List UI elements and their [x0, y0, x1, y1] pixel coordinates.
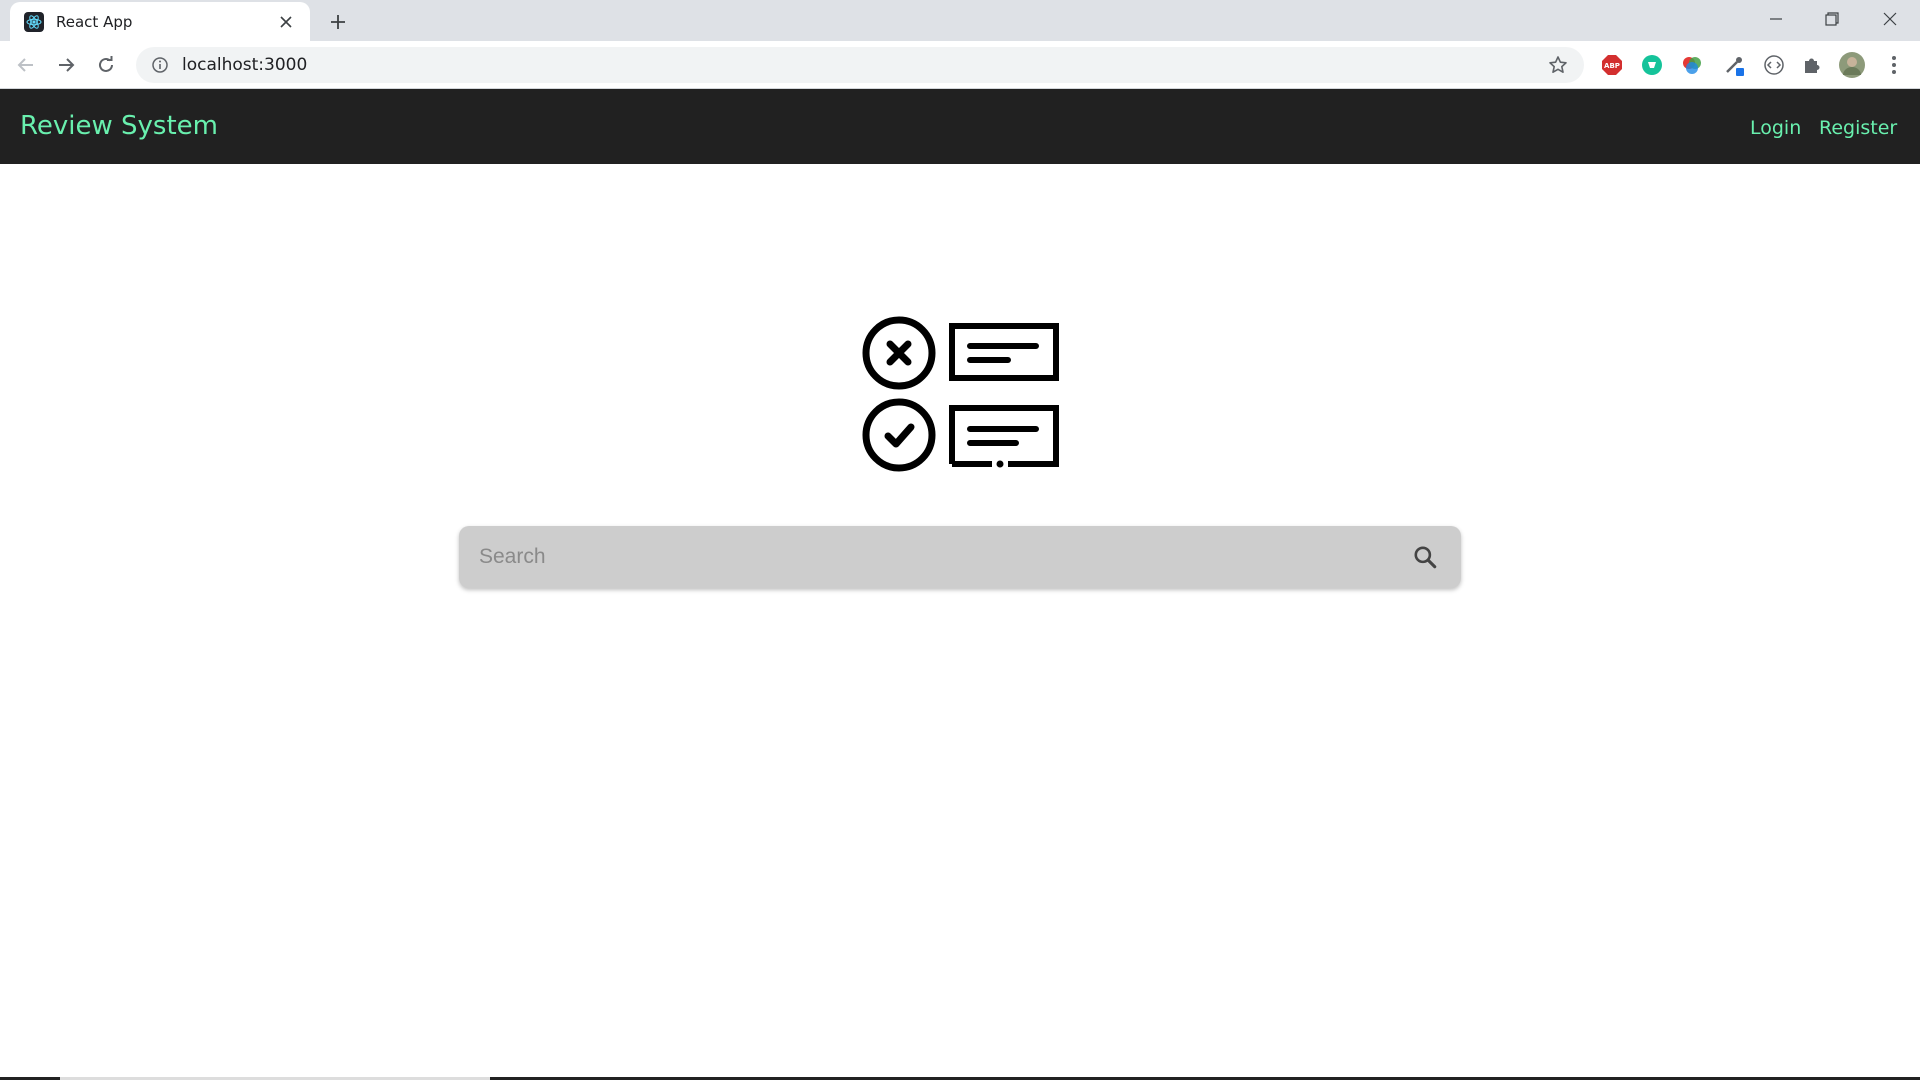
- close-window-icon[interactable]: [1862, 0, 1918, 38]
- search-bar: [459, 526, 1461, 588]
- search-icon[interactable]: [1409, 541, 1441, 573]
- adblock-plus-icon[interactable]: ABP: [1600, 53, 1624, 77]
- minimize-icon[interactable]: [1748, 0, 1804, 38]
- profile-avatar[interactable]: [1838, 51, 1866, 79]
- register-link[interactable]: Register: [1819, 117, 1897, 139]
- back-icon[interactable]: [12, 51, 40, 79]
- bookmark-star-icon[interactable]: [1546, 53, 1570, 77]
- reload-icon[interactable]: [92, 51, 120, 79]
- browser-toolbar: localhost:3000 ABP: [0, 41, 1920, 89]
- browser-tab[interactable]: React App: [10, 2, 310, 41]
- close-tab-icon[interactable]: [276, 12, 296, 32]
- restore-icon[interactable]: [1804, 0, 1860, 38]
- review-checklist-icon: [860, 312, 1060, 472]
- search-input[interactable]: [479, 545, 1409, 569]
- browser-tabstrip: React App: [0, 0, 1920, 41]
- info-icon[interactable]: [150, 55, 170, 75]
- url-text: localhost:3000: [182, 55, 308, 75]
- brand-logo-text[interactable]: Review System: [20, 111, 218, 141]
- extensions-puzzle-icon[interactable]: [1800, 53, 1824, 77]
- color-picker-icon[interactable]: [1680, 53, 1704, 77]
- app-navbar: Review System Login Register: [0, 89, 1920, 164]
- eyedropper-icon[interactable]: [1722, 53, 1746, 77]
- react-favicon-icon: [24, 11, 44, 32]
- login-link[interactable]: Login: [1750, 117, 1801, 139]
- grammarly-icon[interactable]: [1640, 53, 1664, 77]
- tab-title: React App: [56, 12, 133, 31]
- new-tab-icon[interactable]: [324, 8, 352, 36]
- forward-icon[interactable]: [52, 51, 80, 79]
- address-bar[interactable]: localhost:3000: [136, 47, 1584, 83]
- svg-text:ABP: ABP: [1604, 62, 1620, 70]
- browser-menu-icon[interactable]: [1882, 53, 1906, 77]
- code-icon[interactable]: [1762, 53, 1786, 77]
